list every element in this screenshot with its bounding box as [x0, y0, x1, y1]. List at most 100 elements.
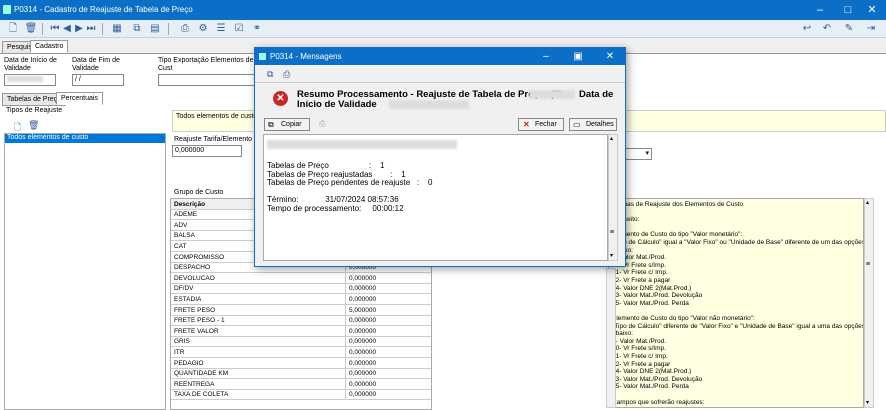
table-row[interactable]: ESTADIA 0,000000	[171, 294, 431, 305]
notes-line: 44- Valor DNE 2(Mat.Prod.)	[612, 284, 692, 292]
row-descricao: FRETE VALOR	[174, 327, 219, 335]
table-row[interactable]: REENTREGA 0,000000	[171, 379, 431, 390]
notes-scrollbar[interactable]: ▴ ≡ ▾	[864, 198, 874, 408]
row-descricao: BALSA	[174, 232, 195, 240]
list-icon[interactable]: ☰	[214, 22, 228, 36]
table-row[interactable]: DEVOLUCAO 0,000000	[171, 273, 431, 284]
exit-icon[interactable]: ⇥	[864, 22, 878, 36]
dialog-minimize-button[interactable]: –	[533, 48, 559, 65]
row-descricao: DEVOLUCAO	[174, 274, 215, 282]
edit-icon[interactable]: ✎	[842, 22, 856, 36]
table-row[interactable]: FRETE PESO 5,000000	[171, 305, 431, 316]
dialog-copy-icon[interactable]: ⧉	[267, 69, 273, 80]
row-valor[interactable]: 0,000000	[349, 328, 376, 335]
table-row[interactable]: PEDAGIO 0,000000	[171, 358, 431, 369]
table-row[interactable]: FRETE PESO - 1 0,000000	[171, 315, 431, 327]
undo-icon[interactable]: ↶	[820, 22, 834, 36]
tipo-exportacao-input[interactable]	[158, 74, 256, 86]
notes-line: "Tipo de Cálculo" diferente de "Valor Fi…	[612, 322, 864, 330]
data-fim-label: Data de Fim de Validade	[72, 57, 120, 72]
dialog-app-icon	[259, 53, 266, 60]
row-valor[interactable]: 0,000000	[349, 285, 376, 292]
window-title: P0314 - Cadastro de Reajuste de Tabela d…	[14, 5, 193, 14]
table-row[interactable]: TAXA DE COLETA 0,000000	[171, 389, 431, 401]
dialog-maximize-button[interactable]: ▣	[565, 48, 591, 65]
dialog-close-button[interactable]: ✕	[597, 48, 623, 65]
copiar-button[interactable]: ⧉ Copiar	[264, 118, 310, 131]
data-fim-input[interactable]: / /	[72, 74, 124, 86]
row-valor[interactable]: 0,000000	[349, 317, 376, 324]
notes-line: Elemento de Custo do tipo "Valor monetár…	[612, 231, 743, 239]
table-row[interactable]: GRIS 0,000000	[171, 336, 431, 348]
print-icon[interactable]: ⎙	[178, 22, 192, 36]
print-disabled-icon: ⎙	[319, 119, 326, 128]
row-descricao: PEDAGIO	[174, 359, 204, 367]
row-valor[interactable]: 0,000000	[349, 349, 376, 356]
dialog-print-icon[interactable]: ⎙	[283, 69, 290, 80]
app-icon	[3, 5, 11, 14]
dialog-message-text: Tabelas de Preço : 1 Tabelas de Preço rea…	[263, 134, 608, 261]
tab-cadastro[interactable]: Cadastro	[30, 40, 69, 53]
dialog-scrollbar[interactable]: ▴ ≡ ▾	[608, 134, 618, 261]
table-row[interactable]: FRETE VALOR 0,000000	[171, 326, 431, 337]
last-record-icon[interactable]: ⏭	[84, 22, 98, 36]
detalhes-button[interactable]: ▭ Detalhes	[569, 118, 617, 131]
notes-line: Elemento de Custo do tipo "Valor não mon…	[612, 315, 755, 322]
notes-line: Campos que sofrerão reajustes:	[612, 398, 705, 406]
link-icon[interactable]: ⚭	[250, 22, 264, 36]
grupo-custo-label: Grupo de Custo	[174, 189, 224, 196]
row-valor[interactable]: 0,000000	[349, 391, 376, 398]
row-descricao: GRIS	[174, 338, 190, 346]
new-icon[interactable]: 🗋	[6, 22, 20, 36]
tipos-list-item[interactable]: Todos elementos de custo	[5, 134, 165, 143]
tab-percentuais[interactable]: Percentuais	[56, 92, 103, 105]
dialog-title-bar: P0314 - Mensagens – ▣ ✕	[255, 48, 625, 65]
details-icon: ▭	[573, 120, 581, 129]
table-row[interactable]: QUANTIDADE KM 0,000000	[171, 368, 431, 380]
delete-icon[interactable]: 🗑	[24, 22, 38, 36]
row-descricao: DF/DV	[174, 285, 194, 293]
data-inicio-label: Data de Início de Validade	[4, 57, 57, 72]
mensagens-dialog: P0314 - Mensagens – ▣ ✕ ⧉ ⎙ ✕ Resumo Pro…	[254, 47, 626, 267]
row-valor[interactable]: 0,000000	[349, 275, 376, 282]
row-valor[interactable]: 0,000000	[349, 360, 376, 367]
tipos-list	[4, 133, 166, 410]
notes-line: 44- Valor DNE 2(Mat.Prod.)	[612, 368, 692, 376]
table-row[interactable]: DF/DV 0,000000	[171, 283, 431, 295]
grid-icon[interactable]: ▤	[148, 22, 162, 36]
remove-tipo-icon[interactable]: 🗑	[28, 120, 39, 131]
row-valor[interactable]: 0,000000	[349, 381, 376, 388]
fechar-button[interactable]: ✕ Fechar	[518, 118, 564, 131]
tipo-panel-label: Todos elementos de custo	[176, 113, 258, 120]
row-descricao: DESPACHO	[174, 264, 210, 272]
row-valor[interactable]: 0,000000	[349, 370, 376, 377]
dialog-heading-1b: Data de	[579, 89, 614, 100]
notes-line: 1- Valor Mat./Prod.	[612, 337, 667, 345]
close-window-button[interactable]: ✕	[858, 0, 886, 20]
row-descricao: ADEME	[174, 211, 198, 219]
error-icon: ✕	[273, 91, 288, 106]
row-valor[interactable]: 5,000000	[349, 307, 376, 314]
row-valor[interactable]: 0,000000	[349, 338, 376, 345]
row-valor[interactable]: 0,000000	[349, 296, 376, 303]
row-descricao: ESTADIA	[174, 295, 202, 303]
notes-line: 21- Vr Frete c/ Imp.	[612, 269, 668, 277]
back-icon[interactable]: ↩	[800, 22, 814, 36]
settings-icon[interactable]: ⚙	[196, 22, 210, 36]
copy-record-icon[interactable]: ⧉	[130, 22, 144, 36]
minimize-button[interactable]: –	[806, 0, 834, 20]
dialog-title: P0314 - Mensagens	[270, 52, 342, 61]
table-record-icon[interactable]: ▦	[110, 22, 124, 36]
reajuste-input[interactable]: 0,000000	[172, 145, 242, 157]
table-row[interactable]: ITR 0,000000	[171, 347, 431, 358]
grid-scrollbar[interactable]	[606, 268, 616, 408]
notes-line: 55- Valor Mat./Prod. Perda	[612, 299, 689, 307]
notes-line: Formas de Reajuste dos Elementos de Cust…	[612, 201, 744, 208]
notes-line: 55- Valor Mat./Prod. Perda	[612, 383, 689, 391]
notes-line: 53- Valor Mat./Prod. Devolução	[612, 292, 703, 300]
confirm-icon[interactable]: ☑	[232, 22, 246, 36]
col-descricao[interactable]: Descrição	[174, 201, 205, 208]
notes-line: 20- Vr Frete s/Imp.	[612, 345, 666, 353]
data-inicio-input[interactable]	[4, 74, 56, 86]
dialog-heading-2: Início de Validade	[297, 99, 377, 110]
